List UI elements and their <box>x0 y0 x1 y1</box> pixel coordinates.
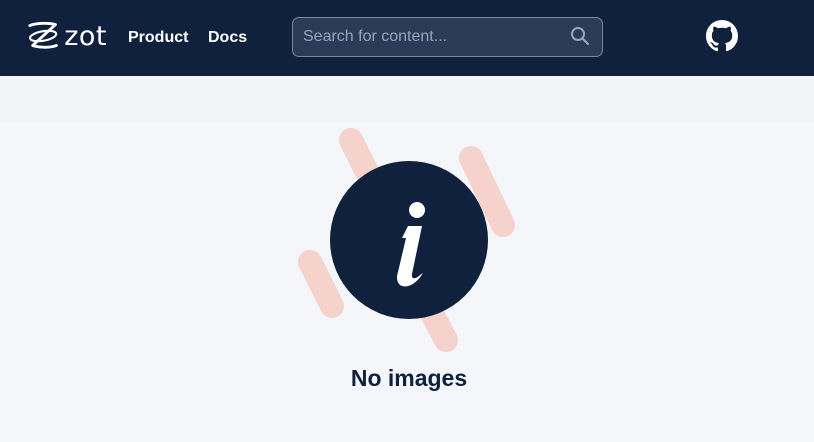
empty-state-title: No images <box>350 365 468 391</box>
content-top-band <box>0 76 814 122</box>
logo-text: zot <box>64 20 107 52</box>
decor-stripe-left <box>298 250 344 318</box>
empty-state-illustration <box>298 128 515 352</box>
main-content: No images <box>0 76 814 442</box>
decor-stripe-top-left <box>339 128 380 186</box>
nav-docs-link[interactable]: Docs <box>208 28 247 48</box>
nav-product-link[interactable]: Product <box>128 28 188 48</box>
top-navbar: zot Product Docs <box>0 0 814 76</box>
zot-logo-icon <box>28 21 58 49</box>
search-box[interactable] <box>292 17 603 57</box>
zot-logo[interactable]: zot <box>27 19 107 53</box>
search-icon[interactable] <box>570 26 590 46</box>
search-input[interactable] <box>303 18 563 56</box>
github-icon[interactable] <box>706 20 738 52</box>
